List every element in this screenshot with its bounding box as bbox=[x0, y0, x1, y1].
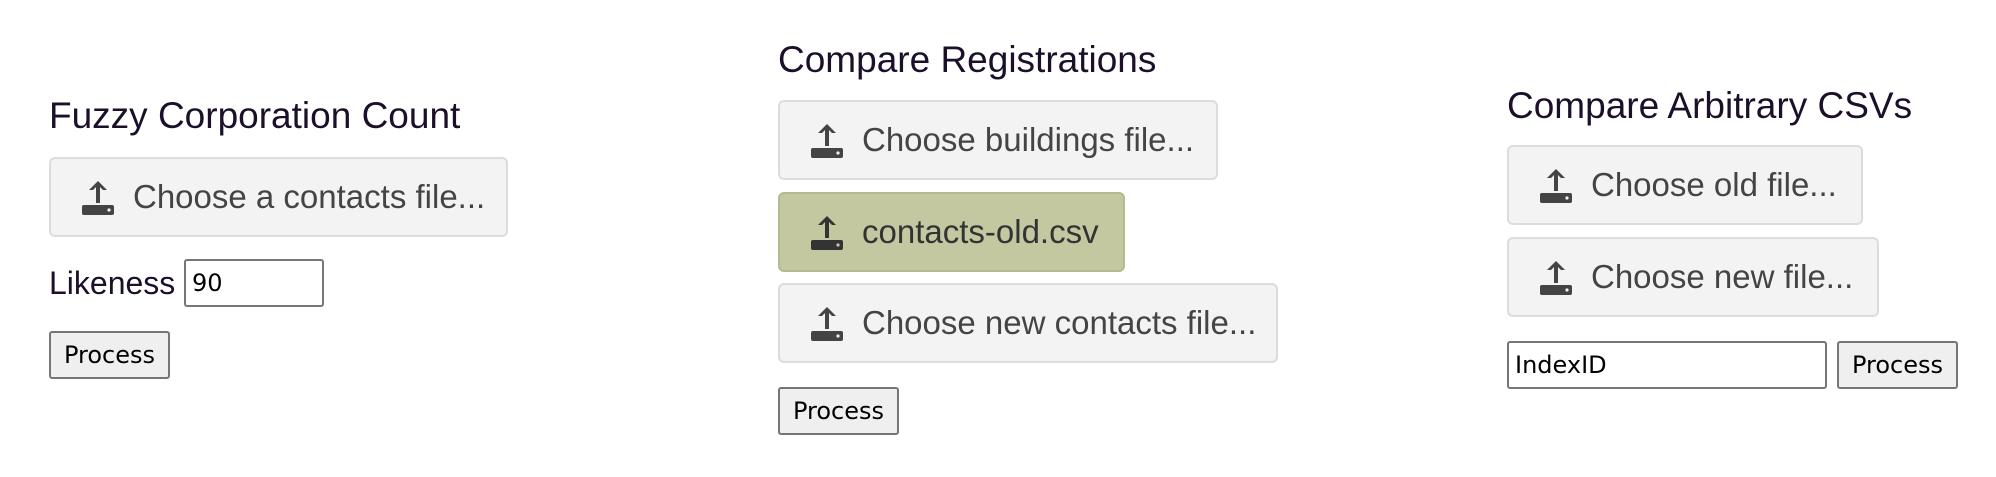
upload-icon bbox=[811, 124, 843, 158]
choose-contacts-file-label: Choose a contacts file... bbox=[133, 178, 486, 215]
choose-buildings-file-label: Choose buildings file... bbox=[862, 121, 1195, 158]
index-column-input[interactable] bbox=[1507, 341, 1827, 389]
likeness-input[interactable] bbox=[184, 259, 324, 307]
old-contacts-file-button[interactable]: contacts-old.csv bbox=[778, 192, 1125, 272]
fuzzy-process-button[interactable]: Process bbox=[49, 331, 170, 379]
compare-arbitrary-csvs-title: Compare Arbitrary CSVs bbox=[1507, 85, 1913, 126]
choose-buildings-file-button[interactable]: Choose buildings file... bbox=[778, 100, 1218, 180]
upload-icon bbox=[811, 307, 843, 341]
choose-old-file-label: Choose old file... bbox=[1591, 166, 1837, 203]
compare-registrations-title: Compare Registrations bbox=[778, 39, 1157, 80]
choose-new-file-label: Choose new file... bbox=[1591, 258, 1854, 295]
choose-new-contacts-file-button[interactable]: Choose new contacts file... bbox=[778, 283, 1278, 363]
fuzzy-corporation-panel: Fuzzy Corporation Count Choose a contact… bbox=[49, 0, 649, 477]
fuzzy-corporation-title: Fuzzy Corporation Count bbox=[49, 95, 461, 136]
upload-icon bbox=[811, 216, 843, 250]
likeness-label: Likeness bbox=[49, 265, 176, 301]
registrations-process-button[interactable]: Process bbox=[778, 387, 899, 435]
upload-icon bbox=[1540, 261, 1572, 295]
choose-old-file-button[interactable]: Choose old file... bbox=[1507, 145, 1863, 225]
upload-icon bbox=[82, 181, 114, 215]
upload-icon bbox=[1540, 169, 1572, 203]
compare-arbitrary-csvs-panel: Compare Arbitrary CSVs Choose old file..… bbox=[1507, 0, 1987, 477]
choose-new-contacts-file-label: Choose new contacts file... bbox=[862, 304, 1257, 341]
compare-registrations-panel: Compare Registrations Choose buildings f… bbox=[778, 0, 1338, 477]
choose-new-file-button[interactable]: Choose new file... bbox=[1507, 237, 1879, 317]
arbitrary-process-button[interactable]: Process bbox=[1837, 341, 1958, 389]
old-contacts-file-label: contacts-old.csv bbox=[862, 213, 1099, 250]
choose-contacts-file-button[interactable]: Choose a contacts file... bbox=[49, 157, 508, 237]
